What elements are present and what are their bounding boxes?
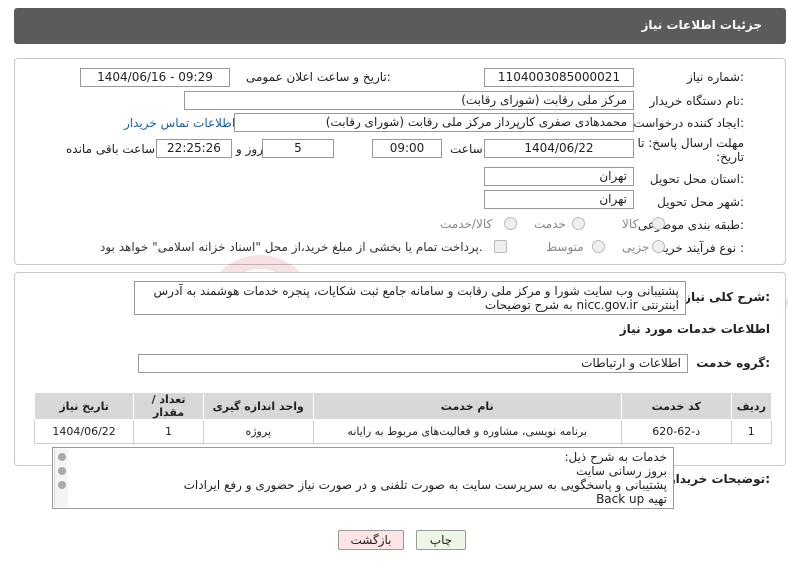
deadline-time-field: 09:00 <box>372 139 442 158</box>
page-title: جزئیات اطلاعات نیاز <box>641 18 762 32</box>
services-table-header: تاریخ نیاز تعداد / مقدار واحد اندازه گیر… <box>33 392 773 420</box>
back-button[interactable]: بازگشت <box>338 530 404 550</box>
province-label: استان محل تحویل: <box>649 172 744 186</box>
days-remaining-field: 5 <box>262 139 334 158</box>
announce-datetime-field: 1404/06/16 - 09:29 <box>80 68 230 87</box>
cell-need-date: 1404/06/22 <box>33 419 135 444</box>
description-textarea[interactable]: پشتیبانی وب سایت شورا و مرکز ملی رقابت و… <box>134 281 686 315</box>
purchase-option-medium: متوسط <box>546 240 584 254</box>
services-table: تاریخ نیاز تعداد / مقدار واحد اندازه گیر… <box>33 392 773 444</box>
treasury-bonds-note: پرداخت تمام یا بخشی از مبلغ خرید،از محل … <box>100 240 483 254</box>
category-option-goods: کالا <box>622 217 639 231</box>
cell-unit: پروژه <box>202 419 314 444</box>
buyer-org-field: مرکز ملی رقابت (شورای رقابت) <box>184 91 634 110</box>
purchase-radio-medium[interactable] <box>592 240 605 253</box>
purchase-option-minor: جزیی <box>622 240 650 254</box>
time-remaining-label: ساعت باقی مانده <box>66 142 156 156</box>
category-radio-goods[interactable] <box>652 217 665 230</box>
buyer-notes-line: پشتیبانی و پاسخگویی به سرپرست سایت به صو… <box>183 478 667 492</box>
buyer-notes-textarea[interactable]: خدمات به شرح ذیل: بروز رسانی سایت پشتیبا… <box>52 447 674 509</box>
cell-service-name: برنامه نویسی، مشاوره و فعالیت‌های مربوط … <box>312 419 622 444</box>
deadline-label: مهلت ارسال پاسخ: تا تاریخ: <box>637 136 744 164</box>
category-option-goods-service: کالا/خدمت <box>440 217 493 231</box>
scroll-dot-icon <box>58 453 66 461</box>
province-field: تهران <box>484 167 634 186</box>
category-option-service: خدمت <box>534 217 566 231</box>
buyer-notes-line: خدمات به شرح ذیل: <box>564 450 667 464</box>
col-service-name: نام خدمت <box>312 392 622 420</box>
deadline-date-field: 1404/06/22 <box>484 139 634 158</box>
col-quantity: تعداد / مقدار <box>133 392 204 420</box>
city-label: شهر محل تحویل: <box>657 195 744 209</box>
cell-row-number: 1 <box>730 419 773 444</box>
col-service-code: کد خدمت <box>620 392 732 420</box>
col-unit: واحد اندازه گیری <box>202 392 314 420</box>
time-remaining-field: 22:25:26 <box>156 139 232 158</box>
purchase-type-label: نوع فرآیند خرید : <box>659 241 744 255</box>
category-radio-service[interactable] <box>572 217 585 230</box>
need-number-label: شماره نیاز: <box>686 70 744 84</box>
buyer-notes-line: بروز رسانی سایت <box>576 464 667 478</box>
table-row: 1404/06/22 1 پروژه برنامه نویسی، مشاوره … <box>33 419 773 444</box>
announce-datetime-label: تاریخ و ساعت اعلان عمومی: <box>246 70 391 84</box>
buyer-notes-line: تهیه Back up <box>596 492 667 506</box>
days-label: روز و <box>236 142 263 156</box>
deadline-time-label: ساعت <box>450 142 483 156</box>
purchase-radio-minor[interactable] <box>652 240 665 253</box>
col-row-number: ردیف <box>730 392 773 420</box>
need-number-field: 1104003085000021 <box>484 68 634 87</box>
category-radio-goods-service[interactable] <box>504 217 517 230</box>
buyer-notes-scrollbar[interactable] <box>54 449 68 507</box>
print-button[interactable]: چاپ <box>416 530 466 550</box>
buyer-notes-label: توضیحات خریدار: <box>668 472 770 486</box>
services-section-title: اطلاعات خدمات مورد نیاز <box>619 322 770 336</box>
buyer-org-label: نام دستگاه خریدار: <box>649 94 745 108</box>
service-group-label: گروه خدمت: <box>696 356 770 370</box>
treasury-bonds-checkbox[interactable] <box>494 240 507 253</box>
scroll-dot-icon <box>58 481 66 489</box>
requester-label: ایجاد کننده درخواست: <box>633 116 744 130</box>
buyer-contact-link[interactable]: اطلاعات تماس خریدار <box>124 116 235 130</box>
cell-quantity: 1 <box>133 419 204 444</box>
requester-field: محمدهادی صفری کارپرداز مرکز ملی رقابت (ش… <box>234 113 634 132</box>
scroll-dot-icon <box>58 467 66 475</box>
description-label: شرح کلی نیاز: <box>684 290 770 304</box>
city-field: تهران <box>484 190 634 209</box>
service-group-field: اطلاعات و ارتباطات <box>138 354 688 373</box>
cell-service-code: د-62-620 <box>620 419 732 444</box>
col-need-date: تاریخ نیاز <box>33 392 135 420</box>
